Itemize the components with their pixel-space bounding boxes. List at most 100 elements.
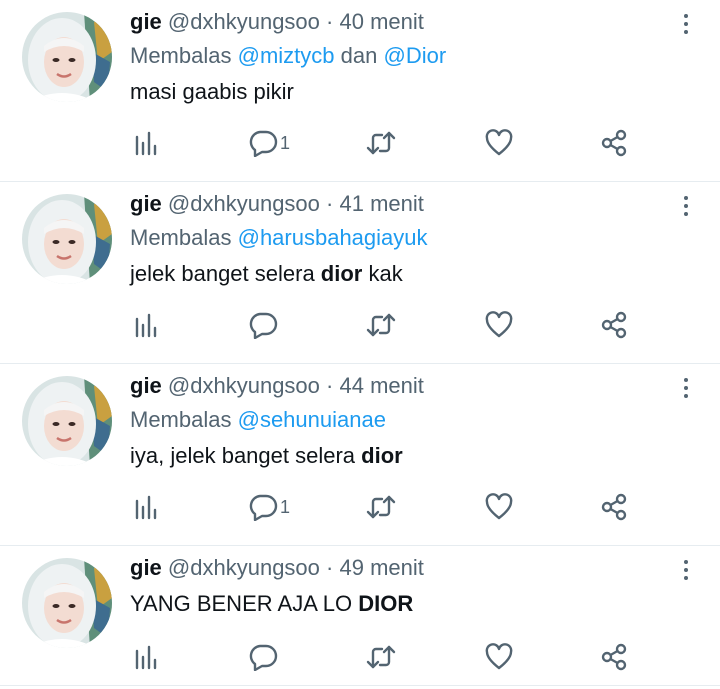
tweet[interactable]: gie @dxhkyungsoo · 41 menit Membalas @ha… [0,182,720,364]
timestamp[interactable]: 40 menit [339,9,423,34]
more-vertical-icon[interactable] [678,12,694,36]
tweet-actions: 1 [0,124,720,160]
retweet-button[interactable] [366,492,396,522]
tweet-text-part: YANG BENER AJA LO [130,591,359,616]
analytics-icon [133,644,159,670]
mention-link[interactable]: @harusbahagiayuk [238,225,428,250]
like-button[interactable] [484,492,514,522]
user-handle[interactable]: @dxhkyungsoo [168,555,320,580]
timestamp[interactable]: 49 menit [339,555,423,580]
analytics-icon [133,494,159,520]
tweet-text-bold: dior [361,443,403,468]
reply-context: Membalas @miztycb dan @Dior [130,42,680,70]
tweet-header: gie @dxhkyungsoo · 44 menit [130,372,680,400]
user-handle[interactable]: @dxhkyungsoo [168,373,320,398]
share-button[interactable] [600,492,628,522]
display-name[interactable]: gie [130,9,162,34]
timestamp[interactable]: 41 menit [339,191,423,216]
tweet-text-bold: DIOR [358,591,414,616]
avatar[interactable] [22,558,112,648]
reply-bubble-icon [248,493,278,521]
reply-prefix: Membalas [130,407,232,432]
retweet-icon [366,129,396,157]
tweet[interactable]: gie @dxhkyungsoo · 44 menit Membalas @se… [0,364,720,546]
share-icon [600,643,628,671]
tweet-text-bold: dior [320,261,363,286]
reply-context: Membalas @harusbahagiayuk [130,224,680,252]
separator: · [326,555,334,580]
retweet-button[interactable] [366,310,396,340]
mention-link[interactable]: @miztycb [238,43,335,68]
tweet-actions [0,638,720,674]
tweet-content: gie @dxhkyungsoo · 49 menit YANG BENER A… [130,554,680,618]
display-name[interactable]: gie [130,373,162,398]
reply-button[interactable] [248,310,280,340]
views-button[interactable] [133,492,159,522]
reply-bubble-icon [248,129,278,157]
tweet-header: gie @dxhkyungsoo · 49 menit [130,554,680,582]
user-handle[interactable]: @dxhkyungsoo [168,9,320,34]
display-name[interactable]: gie [130,191,162,216]
separator: · [326,9,334,34]
tweet[interactable]: gie @dxhkyungsoo · 49 menit YANG BENER A… [0,546,720,686]
reply-button[interactable] [248,642,280,672]
reply-bubble-icon [248,643,278,671]
mention-link[interactable]: @Dior [383,43,446,68]
tweet-content: gie @dxhkyungsoo · 40 menit Membalas @mi… [130,8,680,106]
share-button[interactable] [600,128,628,158]
reply-context: Membalas @sehunuianae [130,406,680,434]
more-vertical-icon[interactable] [678,376,694,400]
reply-count: 1 [280,132,291,153]
views-button[interactable] [133,128,159,158]
user-handle[interactable]: @dxhkyungsoo [168,191,320,216]
heart-icon [484,311,514,339]
share-icon [600,493,628,521]
retweet-icon [366,493,396,521]
reply-button[interactable]: 1 [248,492,290,522]
retweet-button[interactable] [366,642,396,672]
reply-bubble-icon [248,311,278,339]
tweet-text: masi gaabis pikir [130,78,680,106]
retweet-icon [366,643,396,671]
tweet-text: YANG BENER AJA LO DIOR [130,590,680,618]
tweet-content: gie @dxhkyungsoo · 41 menit Membalas @ha… [130,190,680,288]
tweet-text: jelek banget selera dior kak [130,260,680,288]
views-button[interactable] [133,310,159,340]
heart-icon [484,643,514,671]
like-button[interactable] [484,642,514,672]
reply-prefix: Membalas [130,43,232,68]
retweet-button[interactable] [366,128,396,158]
separator: · [326,191,334,216]
share-button[interactable] [600,642,628,672]
analytics-icon [133,312,159,338]
tweet-content: gie @dxhkyungsoo · 44 menit Membalas @se… [130,372,680,470]
avatar[interactable] [22,376,112,466]
tweet-actions: 1 [0,488,720,524]
tweet-header: gie @dxhkyungsoo · 40 menit [130,8,680,36]
views-button[interactable] [133,642,159,672]
like-button[interactable] [484,128,514,158]
tweet-text: iya, jelek banget selera dior [130,442,680,470]
mention-link[interactable]: @sehunuianae [238,407,386,432]
separator: · [326,373,334,398]
tweet-actions [0,306,720,342]
analytics-icon [133,130,159,156]
avatar[interactable] [22,194,112,284]
share-icon [600,311,628,339]
display-name[interactable]: gie [130,555,162,580]
share-icon [600,129,628,157]
more-vertical-icon[interactable] [678,558,694,582]
avatar[interactable] [22,12,112,102]
reply-button[interactable]: 1 [248,128,290,158]
heart-icon [484,493,514,521]
tweet-text-part: iya, jelek banget selera [130,443,362,468]
heart-icon [484,129,514,157]
tweet-text-part: kak [362,261,403,286]
like-button[interactable] [484,310,514,340]
tweet-text-part: masi gaabis pikir [130,79,294,104]
reply-prefix: Membalas [130,225,232,250]
share-button[interactable] [600,310,628,340]
more-vertical-icon[interactable] [678,194,694,218]
tweet[interactable]: gie @dxhkyungsoo · 40 menit Membalas @mi… [0,0,720,182]
timestamp[interactable]: 44 menit [339,373,423,398]
